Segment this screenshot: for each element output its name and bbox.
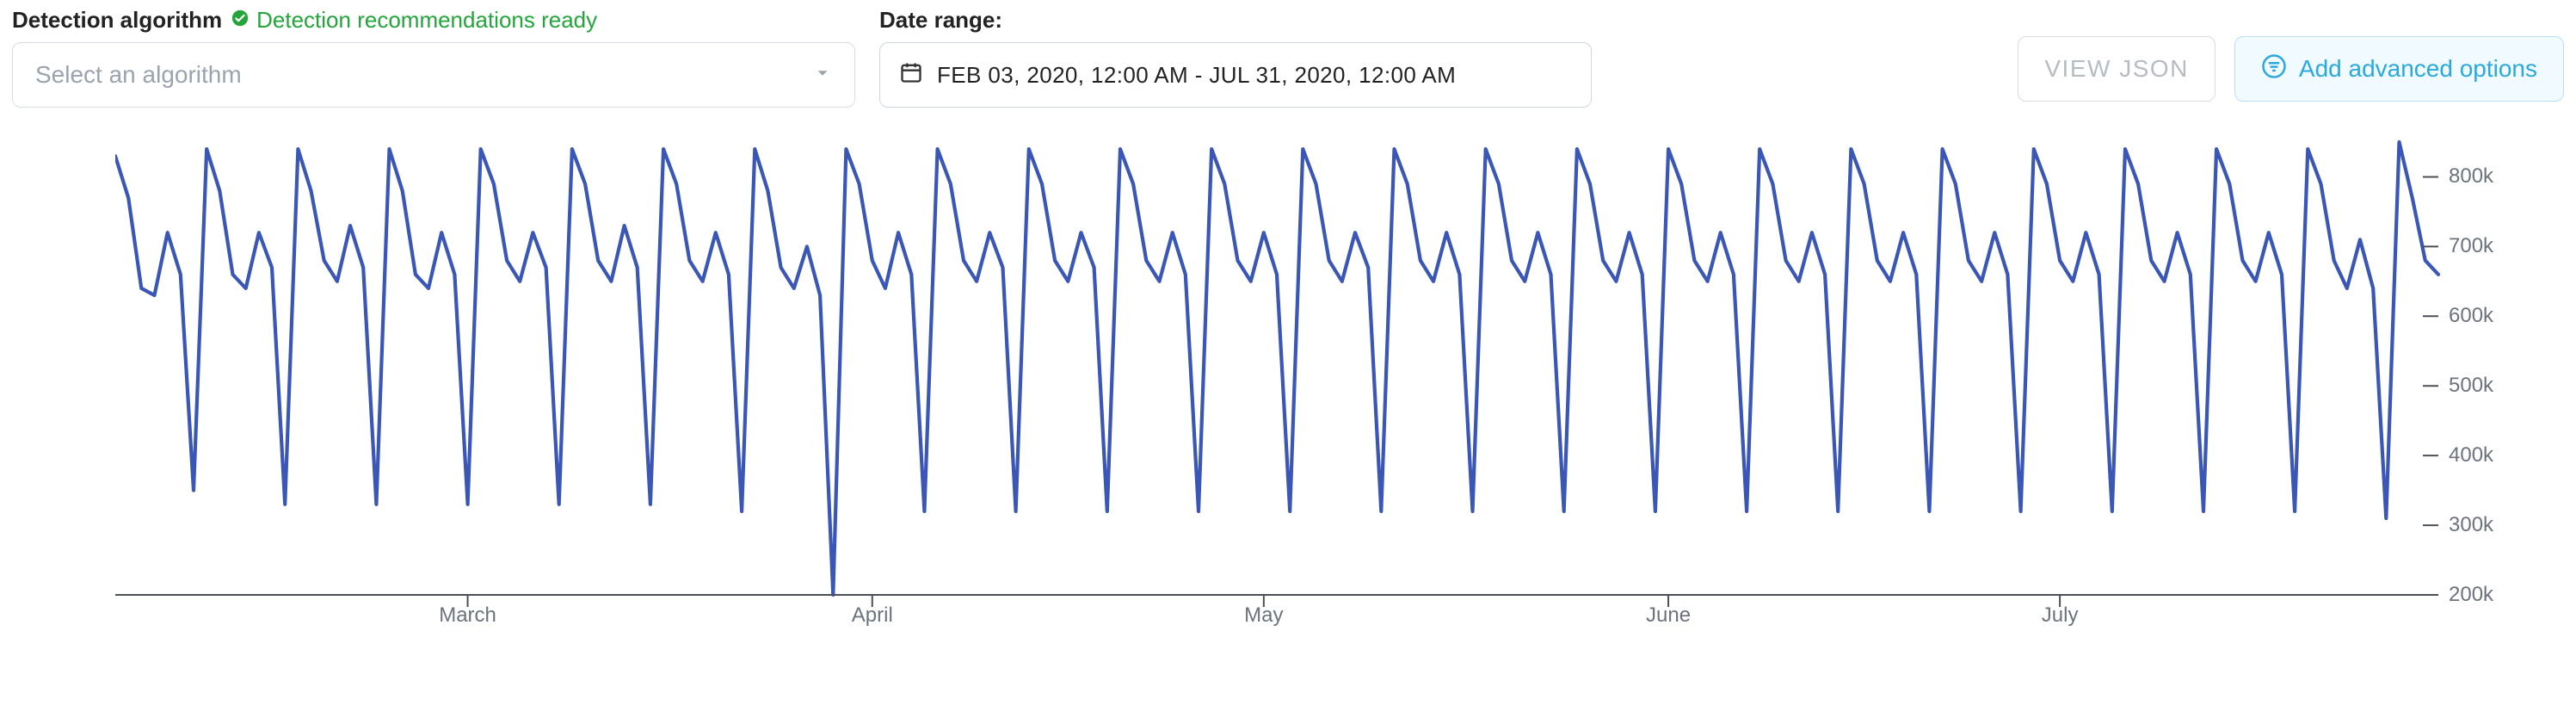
y-tick-label: 400k (2449, 443, 2493, 467)
timeseries-chart[interactable] (115, 139, 2561, 638)
status-text: Detection recommendations ready (256, 7, 597, 34)
filter-icon (2261, 53, 2287, 85)
x-axis-labels: March April May June July (115, 603, 2438, 638)
add-advanced-options-button[interactable]: Add advanced options (2234, 36, 2564, 102)
status-badge: Detection recommendations ready (231, 7, 597, 34)
toolbar: Detection algorithm Detection recommenda… (12, 7, 2564, 108)
date-range-group: Date range: FEB 03, 2020, 12:00 AM - JUL… (879, 7, 1592, 108)
view-json-label: VIEW JSON (2044, 55, 2189, 83)
algorithm-select[interactable]: Select an algorithm (12, 42, 855, 108)
x-tick-label: May (1244, 603, 1283, 628)
y-tick-label: 800k (2449, 164, 2493, 189)
y-tick-label: 600k (2449, 304, 2493, 328)
algorithm-header: Detection algorithm Detection recommenda… (12, 7, 855, 34)
add-advanced-label: Add advanced options (2299, 55, 2537, 83)
chevron-down-icon (813, 61, 832, 89)
y-tick-label: 200k (2449, 583, 2493, 607)
chart-area: March April May June July 200k 300k 400k 500k 60… (115, 139, 2561, 638)
x-tick-label: April (852, 603, 893, 628)
y-tick-label: 300k (2449, 513, 2493, 537)
x-tick-label: July (2042, 603, 2079, 628)
right-actions: VIEW JSON Add advanced options (2018, 7, 2564, 102)
x-tick-label: June (1646, 603, 1691, 628)
check-circle-icon (231, 7, 250, 34)
date-range-label-row: Date range: (879, 7, 1592, 34)
y-tick-label: 700k (2449, 234, 2493, 258)
y-tick-label: 500k (2449, 374, 2493, 398)
date-range-value: FEB 03, 2020, 12:00 AM - JUL 31, 2020, 1… (937, 62, 1456, 89)
date-range-picker[interactable]: FEB 03, 2020, 12:00 AM - JUL 31, 2020, 1… (879, 42, 1592, 108)
view-json-button[interactable]: VIEW JSON (2018, 36, 2215, 102)
calendar-icon (899, 60, 923, 90)
algorithm-placeholder: Select an algorithm (35, 61, 242, 89)
date-range-label: Date range: (879, 7, 1002, 34)
algorithm-label: Detection algorithm (12, 7, 222, 34)
x-tick-label: March (439, 603, 496, 628)
algorithm-group: Detection algorithm Detection recommenda… (12, 7, 855, 108)
